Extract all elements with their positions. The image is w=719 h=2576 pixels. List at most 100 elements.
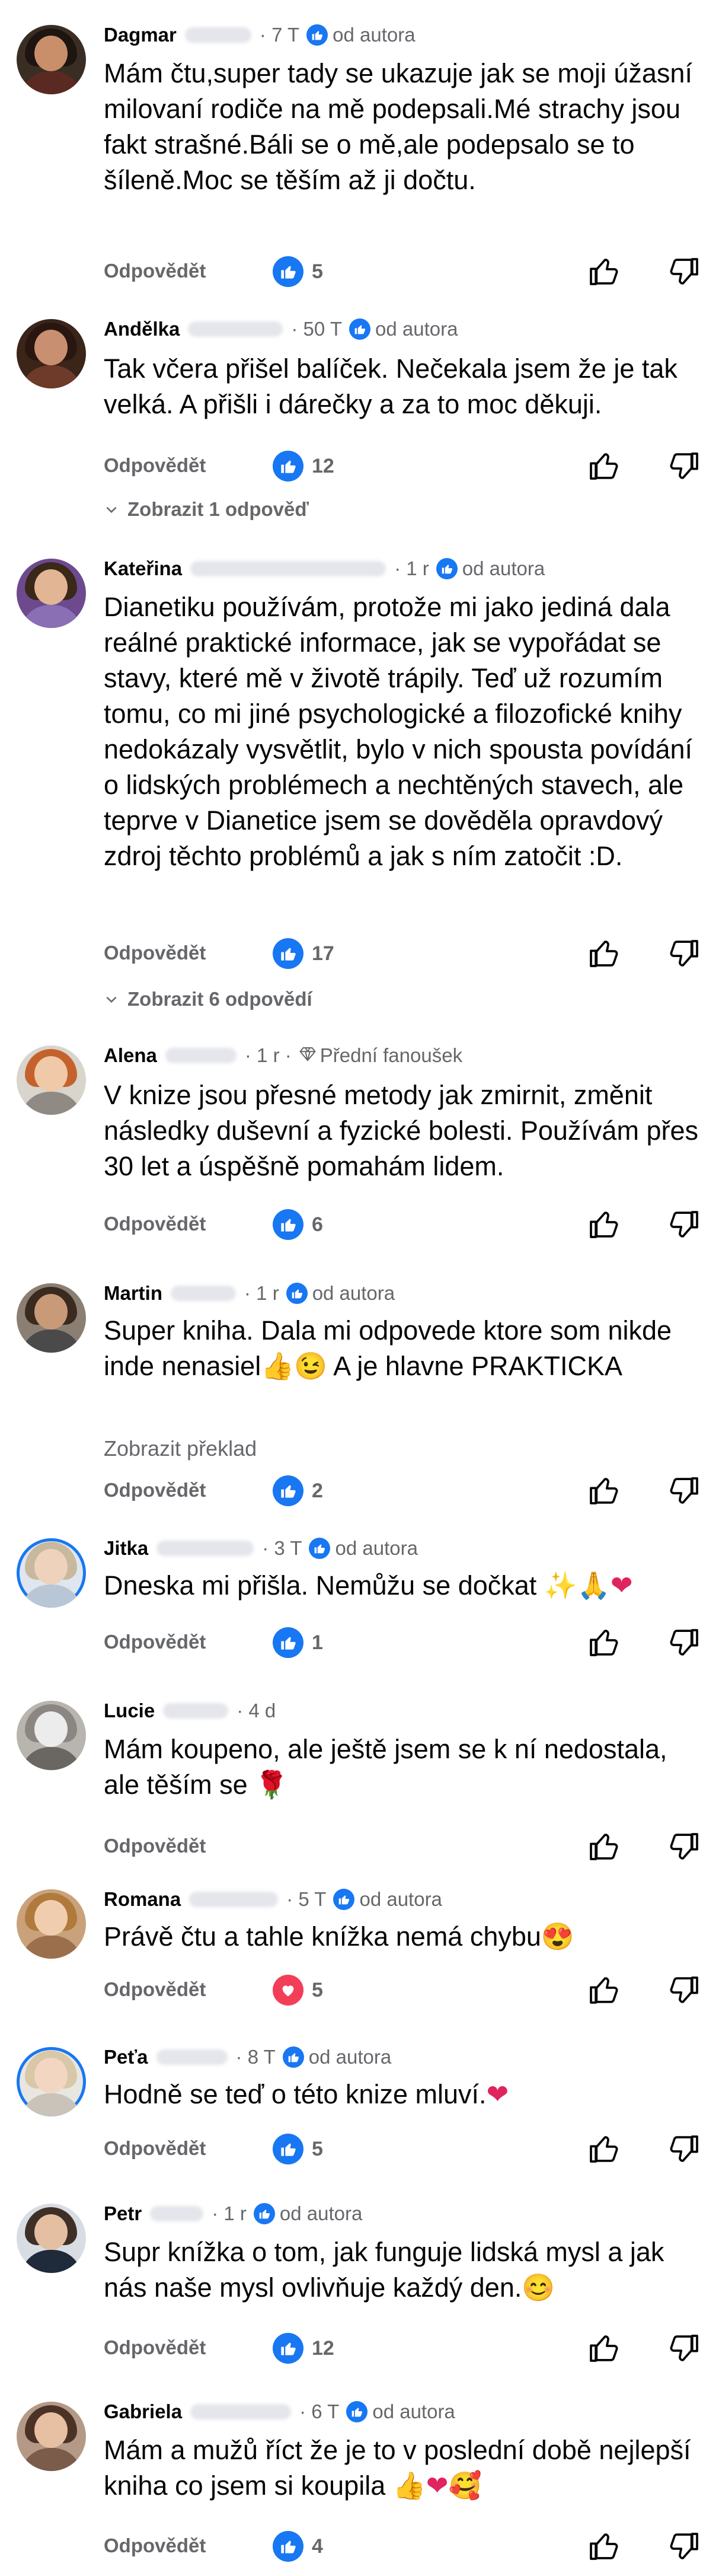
reaction-summary[interactable]: 5 [273, 2134, 323, 2164]
thumbs-up-icon [282, 2046, 304, 2068]
thumb-down-outline-icon[interactable] [668, 449, 701, 486]
commenter-name[interactable]: Alena [104, 1044, 157, 1067]
timestamp[interactable]: · 7 T [260, 24, 299, 46]
timestamp[interactable]: · 1 r · [245, 1044, 292, 1067]
blurred-surname [165, 1048, 237, 1063]
thumbs-up-icon [273, 2333, 303, 2364]
timestamp[interactable]: · 5 T [286, 1888, 326, 1911]
reaction-summary[interactable]: 12 [273, 451, 334, 482]
reaction-summary[interactable]: 2 [273, 1475, 323, 1506]
thumb-down-outline-icon[interactable] [668, 1626, 701, 1662]
timestamp[interactable]: · 3 T [262, 1537, 302, 1560]
reaction-summary[interactable]: 5 [273, 1975, 323, 2006]
avatar[interactable] [17, 1283, 86, 1353]
thumb-down-outline-icon[interactable] [668, 2332, 701, 2368]
author-badge: od autora [333, 1888, 442, 1911]
author-badge: od autora [346, 2400, 455, 2423]
thumb-down-outline-icon[interactable] [668, 2132, 701, 2169]
reply-button[interactable]: Odpovědět [104, 1213, 206, 1235]
reply-button[interactable]: Odpovědět [104, 1835, 206, 1857]
thumb-up-outline-icon[interactable] [587, 449, 620, 486]
thumb-down-outline-icon[interactable] [668, 2530, 701, 2566]
reply-button[interactable]: Odpovědět [104, 2336, 206, 2359]
commenter-name[interactable]: Dagmar [104, 24, 177, 46]
reaction-count: 2 [312, 1479, 323, 1502]
thumb-down-outline-icon[interactable] [668, 1830, 701, 1866]
avatar[interactable] [17, 25, 86, 94]
avatar[interactable] [17, 1538, 86, 1608]
commenter-name[interactable]: Kateřina [104, 557, 182, 580]
commenter-name[interactable]: Gabriela [104, 2400, 182, 2423]
reaction-count: 12 [312, 2336, 334, 2360]
timestamp[interactable]: · 6 T [299, 2400, 339, 2423]
thumb-up-outline-icon[interactable] [587, 2332, 620, 2368]
avatar[interactable] [17, 559, 86, 628]
thumbs-up-icon [309, 1538, 331, 1559]
reply-button[interactable]: Odpovědět [104, 1978, 206, 2001]
thumb-down-outline-icon[interactable] [668, 255, 701, 291]
reply-button[interactable]: Odpovědět [104, 1479, 206, 1501]
timestamp[interactable]: · 1 r [244, 1282, 279, 1305]
reaction-count: 17 [312, 942, 334, 965]
diamond-icon [299, 1045, 317, 1067]
timestamp[interactable]: · 8 T [236, 2046, 276, 2068]
thumb-down-outline-icon[interactable] [668, 1474, 701, 1510]
reaction-summary[interactable]: 4 [273, 2531, 323, 2562]
commenter-name[interactable]: Petr [104, 2202, 142, 2225]
thumbs-up-icon [273, 2134, 303, 2164]
author-badge: od autora [349, 318, 458, 340]
top-fan-badge: Přední fanoušek [299, 1044, 462, 1067]
avatar[interactable] [17, 319, 86, 388]
timestamp[interactable]: · 1 r [394, 557, 429, 580]
show-replies-button[interactable]: Zobrazit 6 odpovědí [104, 988, 312, 1010]
thumb-up-outline-icon[interactable] [587, 255, 620, 291]
reaction-summary[interactable]: 6 [273, 1209, 323, 1240]
thumb-up-outline-icon[interactable] [587, 1474, 620, 1510]
commenter-name[interactable]: Romana [104, 1888, 181, 1911]
reply-button[interactable]: Odpovědět [104, 260, 206, 282]
avatar[interactable] [17, 1889, 86, 1959]
thumb-down-outline-icon[interactable] [668, 1974, 701, 2010]
thumbs-up-icon [346, 2401, 368, 2422]
thumb-up-outline-icon[interactable] [587, 1208, 620, 1244]
thumb-up-outline-icon[interactable] [587, 937, 620, 973]
thumb-up-outline-icon[interactable] [587, 2530, 620, 2566]
reply-button[interactable]: Odpovědět [104, 1631, 206, 1653]
timestamp[interactable]: · 1 r [212, 2202, 247, 2225]
timestamp[interactable]: · 50 T [291, 318, 342, 340]
blurred-surname [156, 1541, 254, 1556]
thumb-down-outline-icon[interactable] [668, 937, 701, 973]
thumb-up-outline-icon[interactable] [587, 1830, 620, 1866]
reply-button[interactable]: Odpovědět [104, 2137, 206, 2160]
blurred-surname [171, 1286, 236, 1301]
avatar[interactable] [17, 1701, 86, 1770]
reply-button[interactable]: Odpovědět [104, 942, 206, 964]
thumbs-up-icon [306, 24, 328, 46]
thumb-up-outline-icon[interactable] [587, 1626, 620, 1662]
avatar[interactable] [17, 1045, 86, 1115]
avatar[interactable] [17, 2204, 86, 2273]
avatar[interactable] [17, 2047, 86, 2116]
thumbs-up-icon [436, 558, 458, 579]
show-replies-button[interactable]: Zobrazit 1 odpověď [104, 498, 309, 521]
commenter-name[interactable]: Peťa [104, 2046, 148, 2068]
author-badge: od autora [286, 1282, 395, 1305]
commenter-name[interactable]: Andělka [104, 318, 180, 340]
reaction-summary[interactable]: 12 [273, 2333, 334, 2364]
commenter-name[interactable]: Martin [104, 1282, 162, 1305]
thumb-up-outline-icon[interactable] [587, 1974, 620, 2010]
thumbs-up-icon [349, 318, 370, 340]
timestamp[interactable]: · 4 d [237, 1700, 276, 1722]
thumb-down-outline-icon[interactable] [668, 1208, 701, 1244]
reaction-summary[interactable]: 17 [273, 938, 334, 969]
reply-button[interactable]: Odpovědět [104, 454, 206, 477]
show-translation-link[interactable]: Zobrazit překlad [104, 1436, 257, 1461]
commenter-name[interactable]: Lucie [104, 1700, 155, 1722]
thumb-up-outline-icon[interactable] [587, 2132, 620, 2169]
reaction-summary[interactable]: 1 [273, 1627, 323, 1658]
reaction-summary[interactable]: 5 [273, 256, 323, 287]
thumbs-up-icon [333, 1889, 355, 1910]
avatar[interactable] [17, 2402, 86, 2471]
reply-button[interactable]: Odpovědět [104, 2534, 206, 2557]
commenter-name[interactable]: Jitka [104, 1537, 148, 1560]
